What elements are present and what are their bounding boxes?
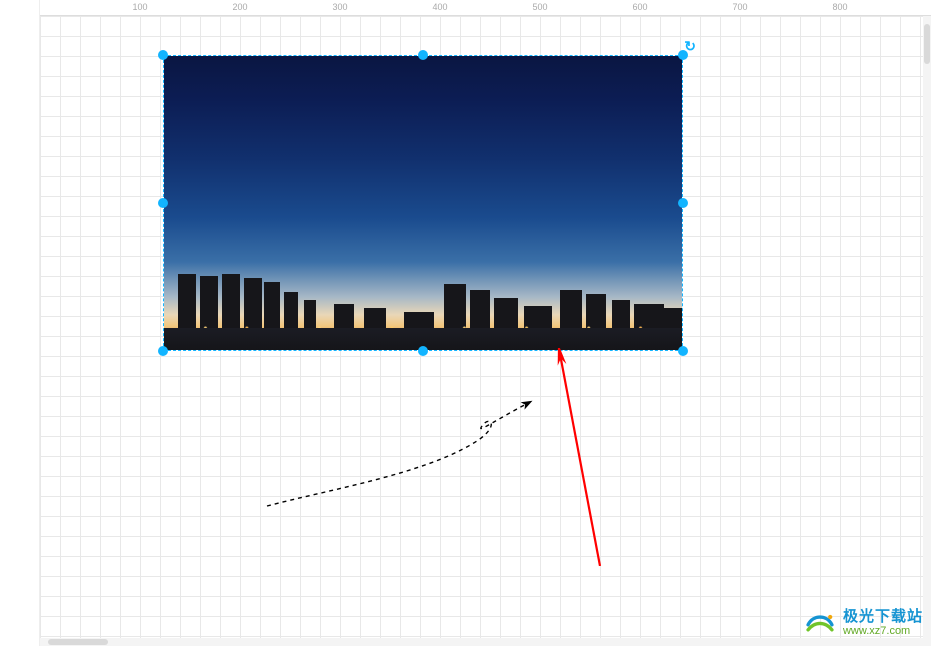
resize-handle-middle-right[interactable] [678,198,688,208]
resize-handle-top-right[interactable] [678,50,688,60]
resize-handle-bottom-right[interactable] [678,346,688,356]
ruler-tick: 400 [432,2,447,12]
ruler-tick: 300 [332,2,347,12]
resize-handle-top-middle[interactable] [418,50,428,60]
ruler-tick: 100 [132,2,147,12]
watermark-logo-icon [803,606,837,640]
ruler-tick: 200 [232,2,247,12]
scrollbar-thumb[interactable] [48,639,108,645]
scrollbar-thumb[interactable] [924,24,930,64]
ruler-vertical [0,0,40,646]
resize-handle-middle-left[interactable] [158,198,168,208]
resize-handle-bottom-middle[interactable] [418,346,428,356]
ruler-tick: 600 [632,2,647,12]
image-content [164,56,682,350]
scrollbar-horizontal[interactable] [40,638,923,646]
ruler-tick: 500 [532,2,547,12]
resize-handle-bottom-left[interactable] [158,346,168,356]
ruler-tick: 800 [832,2,847,12]
ruler-tick: 700 [732,2,747,12]
scrollbar-vertical[interactable] [923,16,931,646]
watermark-title: 极光下载站 [843,609,923,626]
ruler-horizontal: 100 200 300 400 500 600 700 800 900 [40,0,931,16]
design-canvas-editor[interactable]: 100 200 300 400 500 600 700 800 900 ↻ [0,0,931,646]
watermark: 极光下载站 www.xz7.com [803,606,923,640]
selected-image-object[interactable]: ↻ [163,55,683,351]
resize-handle-top-left[interactable] [158,50,168,60]
watermark-url: www.xz7.com [843,625,923,637]
